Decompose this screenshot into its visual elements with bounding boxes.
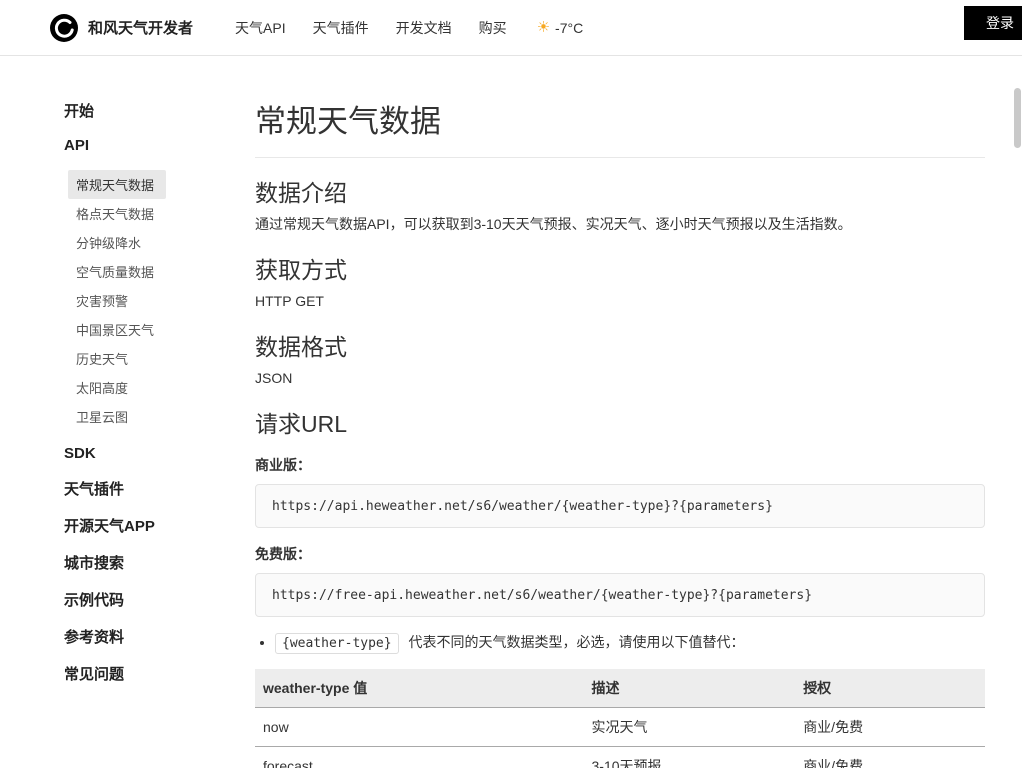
- table-row: now 实况天气 商业/免费: [255, 707, 985, 748]
- page-title: 常规天气数据: [255, 96, 985, 158]
- table-header-weather-type: weather-type 值: [255, 669, 584, 709]
- scrollbar-thumb[interactable]: [1014, 88, 1021, 148]
- free-version-label: 免费版：: [255, 546, 311, 562]
- nav-item-weather-plugin[interactable]: 天气插件: [313, 18, 369, 38]
- top-navbar: 和风天气开发者 天气API 天气插件 开发文档 购买 ☀ -7°C 登录: [0, 0, 1022, 56]
- sidebar-item-sdk[interactable]: SDK: [64, 445, 255, 462]
- sidebar-item-satellite-cloud[interactable]: 卫星云图: [68, 402, 140, 431]
- sidebar-item-regular-weather[interactable]: 常规天气数据: [68, 170, 167, 199]
- sidebar-item-start[interactable]: 开始: [64, 100, 255, 121]
- sidebar-item-city-search[interactable]: 城市搜索: [64, 552, 255, 573]
- sidebar-item-faq[interactable]: 常见问题: [64, 663, 255, 684]
- main-nav: 天气API 天气插件 开发文档 购买: [235, 18, 507, 38]
- sidebar-item-api[interactable]: API: [64, 137, 255, 154]
- cell-description: 实况天气: [583, 707, 796, 748]
- sidebar-item-open-source-app[interactable]: 开源天气APP: [64, 515, 255, 536]
- sidebar-item-disaster-warning[interactable]: 灾害预警: [68, 286, 140, 315]
- free-url: https://free-api.heweather.net/s6/weathe…: [272, 588, 813, 603]
- weather-widget: ☀ -7°C: [537, 20, 584, 36]
- sidebar-item-grid-weather[interactable]: 格点天气数据: [68, 199, 166, 228]
- login-button[interactable]: 登录: [964, 6, 1022, 40]
- commercial-url-codeblock: https://api.heweather.net/s6/weather/{we…: [255, 484, 985, 528]
- table-header-row: weather-type 值 描述 授权: [255, 669, 985, 709]
- weather-type-note-text: 代表不同的天气数据类型，必选，请使用以下值替代：: [408, 634, 745, 650]
- nav-item-weather-api[interactable]: 天气API: [235, 18, 286, 38]
- section-heading-request-url: 请求URL: [255, 411, 348, 437]
- cell-type: now: [255, 707, 584, 748]
- weather-type-note: {weather-type} 代表不同的天气数据类型，必选，请使用以下值替代：: [275, 631, 985, 655]
- intro-paragraph: 通过常规天气数据API，可以获取到3-10天天气预报、实况天气、逐小时天气预报以…: [255, 216, 852, 232]
- sidebar-item-minutely-rain[interactable]: 分钟级降水: [68, 228, 153, 257]
- format-value: JSON: [255, 370, 293, 386]
- free-url-codeblock: https://free-api.heweather.net/s6/weathe…: [255, 573, 985, 617]
- heweather-logo-icon: [50, 13, 78, 42]
- nav-item-buy[interactable]: 购买: [479, 18, 507, 38]
- sidebar-item-sample-code[interactable]: 示例代码: [64, 589, 255, 610]
- table-header-description: 描述: [583, 669, 796, 709]
- sidebar-item-historical-weather[interactable]: 历史天气: [68, 344, 140, 373]
- nav-item-dev-docs[interactable]: 开发文档: [396, 18, 452, 38]
- brand-name: 和风天气开发者: [88, 20, 194, 37]
- sidebar-item-air-quality[interactable]: 空气质量数据: [68, 257, 166, 286]
- sidebar-item-scenic-weather[interactable]: 中国景区天气: [68, 315, 166, 344]
- sidebar-item-solar-elevation[interactable]: 太阳高度: [68, 373, 140, 402]
- cell-type: forecast: [255, 746, 584, 768]
- section-heading-method: 获取方式: [255, 257, 347, 283]
- section-heading-format: 数据格式: [255, 334, 347, 360]
- sidebar: 开始 API 常规天气数据 格点天气数据 分钟级降水 空气质量数据 灾害预警 中…: [0, 56, 255, 768]
- doc-content: 常规天气数据 数据介绍 通过常规天气数据API，可以获取到3-10天天气预报、实…: [255, 56, 1022, 768]
- weather-type-inline-code: {weather-type}: [275, 633, 399, 654]
- cell-description: 3-10天预报: [583, 746, 796, 768]
- cell-authorization: 商业/免费: [795, 707, 985, 748]
- sidebar-api-sublist: 常规天气数据 格点天气数据 分钟级降水 空气质量数据 灾害预警 中国景区天气 历…: [68, 170, 255, 431]
- current-temperature: -7°C: [555, 19, 584, 36]
- sidebar-item-references[interactable]: 参考资料: [64, 626, 255, 647]
- commercial-url: https://api.heweather.net/s6/weather/{we…: [272, 499, 773, 514]
- weather-type-table: weather-type 值 描述 授权 now 实况天气 商业/免费 fore…: [255, 669, 985, 768]
- parameter-notes: {weather-type} 代表不同的天气数据类型，必选，请使用以下值替代：: [257, 631, 985, 655]
- cell-authorization: 商业/免费: [795, 746, 985, 768]
- table-header-authorization: 授权: [795, 669, 985, 709]
- section-heading-intro: 数据介绍: [255, 180, 347, 206]
- table-row: forecast 3-10天预报 商业/免费: [255, 746, 985, 768]
- sidebar-item-weather-plugin[interactable]: 天气插件: [64, 478, 255, 499]
- sun-icon: ☀: [536, 19, 551, 36]
- method-value: HTTP GET: [255, 293, 324, 309]
- commercial-version-label: 商业版：: [255, 457, 311, 473]
